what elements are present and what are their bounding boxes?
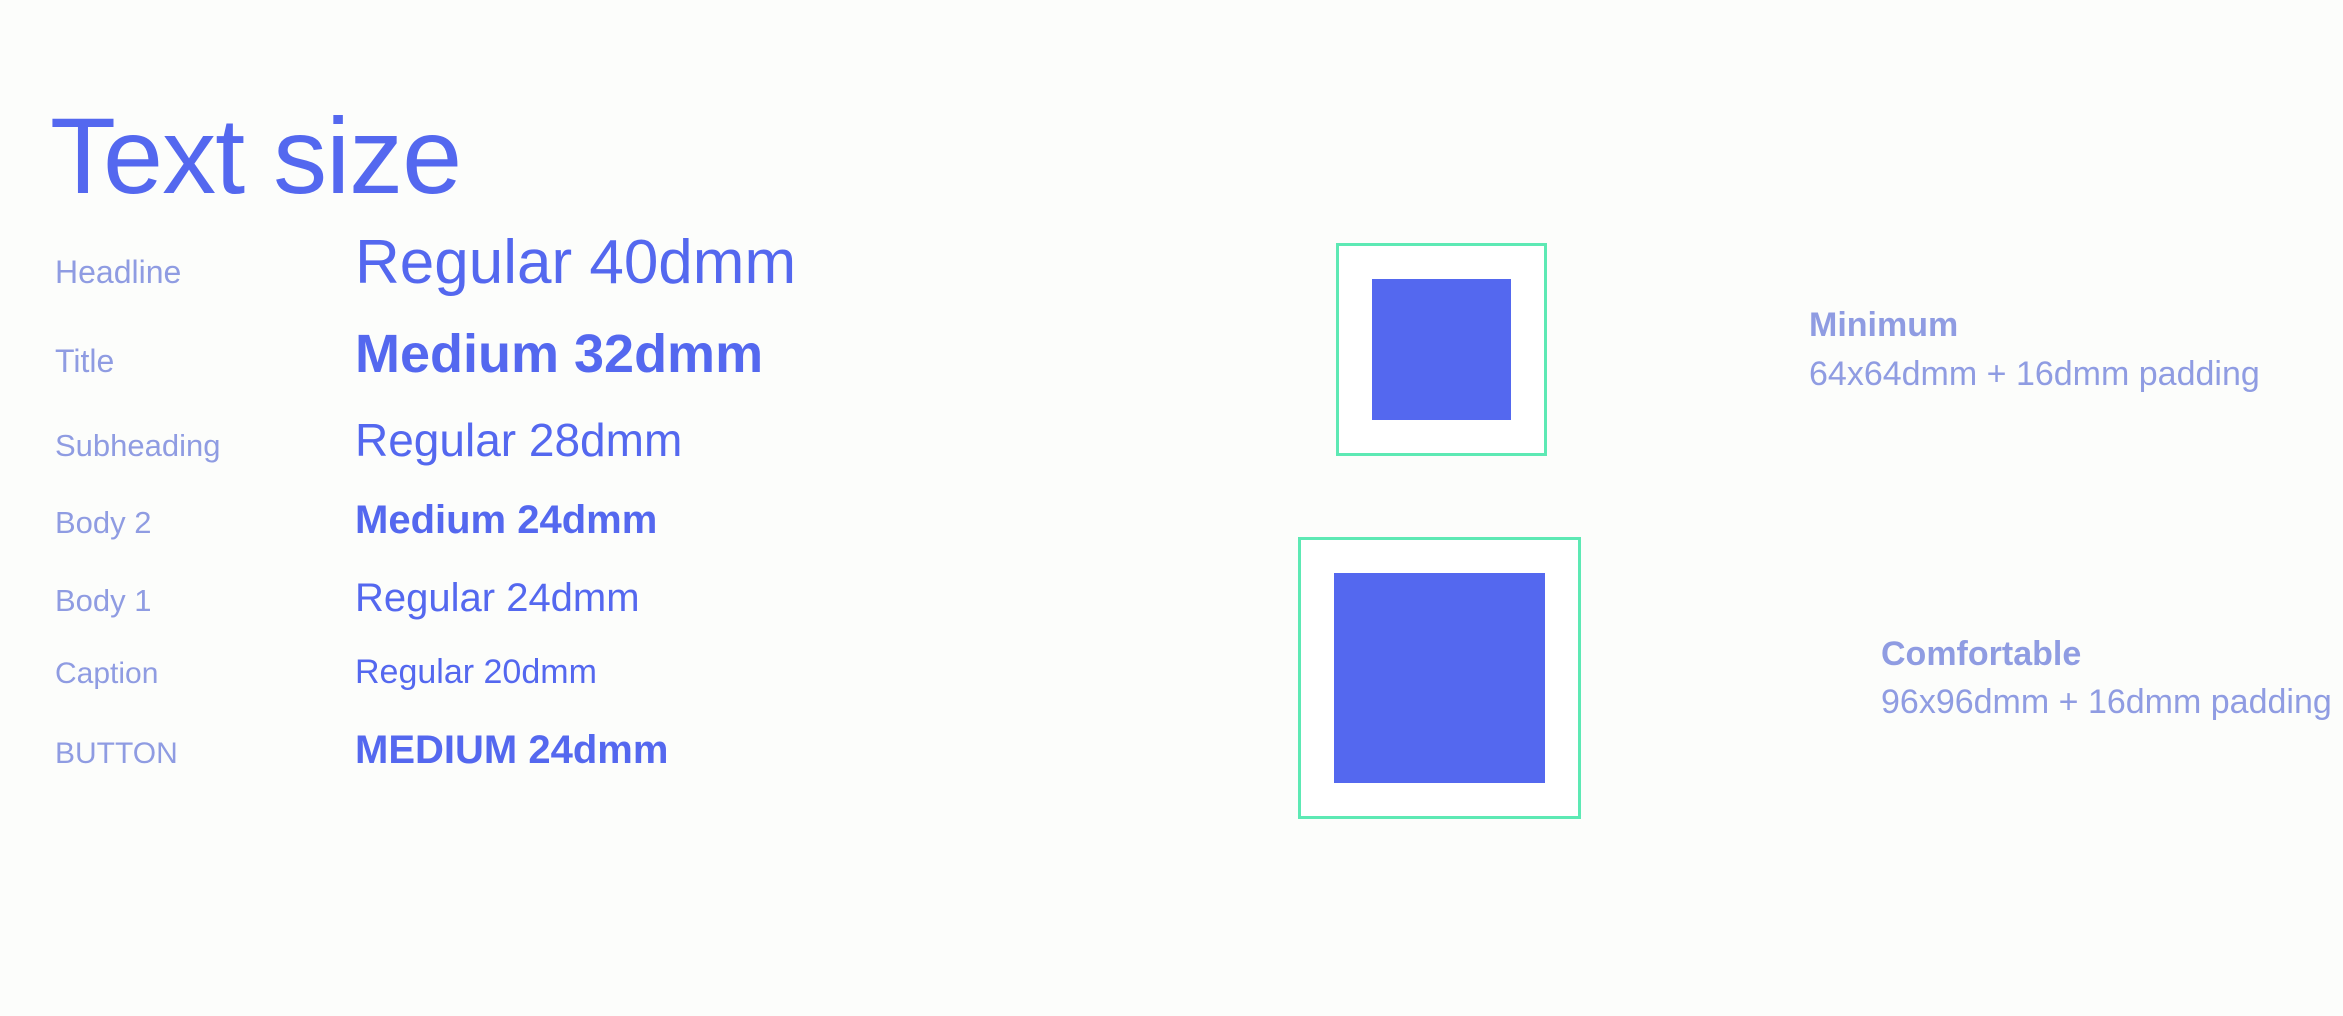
type-scale-label: Body 1 — [55, 583, 152, 618]
design-spec-page: Text size Headline Regular 40dmm Title M… — [0, 0, 2343, 1016]
type-scale-sample: Regular 40dmm — [355, 228, 797, 297]
hit-size-comfortable-caption: Comfortable 96x96dmm + 16dmm padding — [1881, 633, 2332, 724]
touch-target-swatch-comfortable[interactable] — [1334, 573, 1545, 783]
type-scale-sample: Regular 28dmm — [355, 414, 683, 466]
hit-area-outline-minimum — [1336, 243, 1547, 456]
type-scale-sample: Regular 24dmm — [355, 576, 640, 620]
type-scale-label: Caption — [55, 657, 159, 690]
table-row: Subheading Regular 28dmm — [0, 417, 1280, 500]
table-row: Body 2 Medium 24dmm — [0, 500, 1280, 578]
type-scale-sample: Medium 32dmm — [355, 324, 764, 384]
type-scale-sample: Medium 24dmm — [355, 498, 658, 542]
table-row: Title Medium 32dmm — [0, 327, 1280, 417]
type-scale-sample: Regular 20dmm — [355, 653, 597, 691]
type-scale-sample: MEDIUM 24dmm — [355, 728, 669, 772]
table-row: Caption Regular 20dmm — [0, 655, 1280, 730]
text-size-heading: Text size — [50, 95, 462, 217]
table-row: Body 1 Regular 24dmm — [0, 578, 1280, 655]
text-size-panel: Text size Headline Regular 40dmm Title M… — [0, 0, 1280, 1016]
hit-area-outline-comfortable — [1298, 537, 1581, 819]
type-scale-label: BUTTON — [55, 737, 178, 770]
type-scale-table: Headline Regular 40dmm Title Medium 32dm… — [0, 232, 1280, 800]
hit-size-minimum-title: Minimum — [1809, 306, 1959, 344]
type-scale-label: Headline — [55, 254, 182, 290]
table-row: BUTTON MEDIUM 24dmm — [0, 730, 1280, 800]
hit-size-minimum-item: Minimum 64x64dmm + 16dmm padding — [1336, 243, 2260, 456]
hit-size-comfortable-title: Comfortable — [1881, 634, 2082, 673]
type-scale-label: Subheading — [55, 428, 221, 463]
type-scale-label: Body 2 — [55, 505, 152, 540]
hit-size-minimum-caption: Minimum 64x64dmm + 16dmm padding — [1809, 304, 2260, 395]
table-row: Headline Regular 40dmm — [0, 232, 1280, 327]
hit-size-comfortable-item: Comfortable 96x96dmm + 16dmm padding — [1298, 537, 2332, 819]
hit-size-comfortable-detail: 96x96dmm + 16dmm padding — [1881, 683, 2332, 721]
hit-size-panel: Hit size — [1280, 0, 2343, 1016]
type-scale-label: Title — [55, 343, 115, 379]
hit-size-minimum-detail: 64x64dmm + 16dmm padding — [1809, 354, 2260, 393]
touch-target-swatch-minimum[interactable] — [1372, 279, 1511, 420]
